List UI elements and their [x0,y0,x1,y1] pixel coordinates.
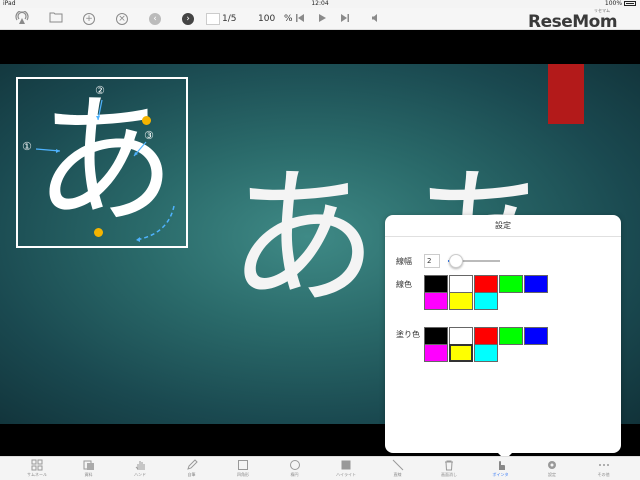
fill-color-swatch[interactable] [474,327,498,345]
line-icon [373,459,423,472]
tab-label: ポインタ [492,472,509,477]
page-input[interactable] [206,13,220,25]
tab-hand[interactable]: ハンド [115,457,165,480]
airplay-icon[interactable] [14,10,30,27]
stroke-start-dot [94,228,103,237]
fill-color-label: 塗り色 [396,330,420,339]
line-width-input[interactable]: 2 [424,254,440,268]
tab-label: ハンド [134,472,146,477]
tab-label: その他 [597,472,610,477]
tab-pointer[interactable]: ポインタ [476,457,526,480]
forward-icon[interactable]: › [182,13,194,25]
tab-line[interactable]: 直線 [373,457,423,480]
stroke-number-3: ③ [144,129,154,142]
line-color-swatch[interactable] [449,292,473,310]
skip-end-icon[interactable] [337,11,353,27]
tab-label: ハイライト [336,472,356,477]
add-icon[interactable]: + [83,13,95,25]
line-color-swatch[interactable] [499,275,523,293]
large-character: あ [228,152,379,326]
line-color-swatch[interactable] [449,275,473,293]
fill-color-swatch[interactable] [424,327,448,345]
close-icon[interactable]: × [116,13,128,25]
hand-icon [115,459,165,472]
line-color-swatch[interactable] [424,292,448,310]
stroke-number-2: ② [95,84,105,97]
pointer-icon [476,459,526,472]
tab-label: 自筆 [187,472,196,477]
tab-label: 直線 [393,472,402,477]
zoom-value[interactable]: 100 [258,13,275,25]
back-icon[interactable]: ‹ [149,13,161,25]
resemom-logo: ReseMom [528,12,618,32]
tab-label: 楕円 [290,472,299,477]
tab-document[interactable]: 資料 [64,457,114,480]
fill-color-swatch[interactable] [449,344,473,362]
skip-start-icon[interactable] [292,11,308,27]
bottom-tab-bar: サムネール 資料 ハンド 自筆 四角形 楕円 ハイライト 直線 画面消し ポインタ 設定 その他 [0,456,640,480]
tab-grid[interactable]: サムネール [12,457,62,480]
fill-color-swatch[interactable] [424,344,448,362]
line-color-swatch[interactable] [424,275,448,293]
stroke-start-dot [142,116,151,125]
fill-color-swatch[interactable] [499,327,523,345]
pencil-icon [167,459,217,472]
line-width-slider-thumb[interactable] [448,254,463,268]
tab-highlight[interactable]: ハイライト [321,457,371,480]
resemom-logo-kana: リセマム [594,8,610,13]
fill-color-swatch[interactable] [449,327,473,345]
highlight-icon [321,459,371,472]
status-time: 12:04 [311,0,329,7]
play-icon[interactable] [314,11,330,27]
fill-color-swatch[interactable] [524,327,548,345]
line-color-swatch[interactable] [524,275,548,293]
trash-icon [424,459,474,472]
more-icon [579,459,629,472]
tab-square[interactable]: 四角形 [218,457,268,480]
tab-more[interactable]: その他 [579,457,629,480]
stroke-number-1: ① [22,140,32,153]
popover-title: 設定 [385,215,621,237]
tab-circle[interactable]: 楕円 [270,457,320,480]
tab-label: 設定 [548,472,556,477]
line-color-swatch[interactable] [474,292,498,310]
tab-label: 四角形 [237,472,249,477]
grid-icon [12,459,62,472]
line-width-label: 線幅 [396,257,412,266]
line-color-label: 線色 [396,280,412,289]
volume-icon[interactable] [368,11,384,27]
line-color-swatch[interactable] [474,275,498,293]
tab-label: 資料 [84,472,93,477]
settings-icon [527,459,577,472]
tab-trash[interactable]: 画面消し [424,457,474,480]
tab-label: サムネール [27,472,47,477]
circle-icon [270,459,320,472]
tab-settings[interactable]: 設定 [527,457,577,480]
tab-label: 画面消し [441,472,457,477]
fill-color-swatch[interactable] [474,344,498,362]
document-icon [64,459,114,472]
battery-icon [624,1,636,6]
battery-percent: 100% [604,0,623,7]
status-bar: iPad 12:04 100% [0,0,640,8]
square-icon [218,459,268,472]
folder-icon[interactable] [48,11,64,27]
tab-pencil[interactable]: 自筆 [167,457,217,480]
page-indicator: 1/5 [222,14,237,24]
red-accent-bar [548,64,584,124]
battery-indicator: 100% [605,0,636,8]
